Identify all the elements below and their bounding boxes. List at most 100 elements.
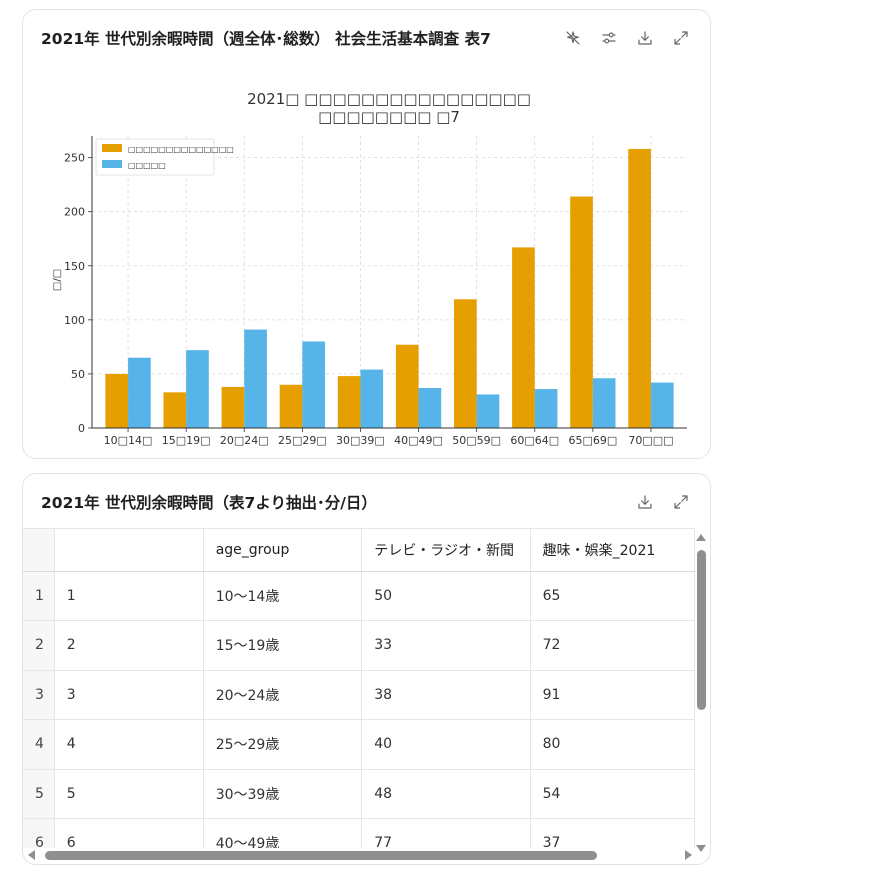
table-cell[interactable]: 48 (361, 769, 531, 819)
legend-swatch (102, 160, 122, 168)
table-cell[interactable]: 91 (530, 670, 695, 720)
table-header-row: age_group テレビ・ラジオ・新聞 趣味・娯楽_2021 (23, 529, 695, 572)
column-header[interactable]: テレビ・ラジオ・新聞 (361, 529, 531, 572)
table-cell[interactable]: 4 (54, 719, 204, 770)
expand-icon[interactable] (670, 491, 692, 513)
chart-card-toolbar (562, 27, 692, 49)
chart-title-line1: 2021□ □□□□□□□□□□□□□□□□ (247, 90, 531, 108)
row-index: 5 (23, 769, 55, 819)
download-icon[interactable] (634, 491, 656, 513)
vertical-scroll-thumb[interactable] (697, 550, 706, 710)
data-table: age_group テレビ・ラジオ・新聞 趣味・娯楽_2021 1 1 10〜1… (23, 529, 695, 848)
column-header[interactable] (54, 529, 204, 572)
y-tick-label: 0 (78, 422, 85, 435)
column-header[interactable]: 趣味・娯楽_2021 (530, 529, 695, 572)
x-tick-label: 50□59□ (452, 434, 501, 447)
bar-series1 (337, 376, 361, 428)
table-cell[interactable]: 50 (361, 571, 531, 621)
table-cell[interactable]: 6 (54, 818, 204, 848)
table-cell[interactable]: 10〜14歳 (203, 571, 363, 621)
table-cell[interactable]: 54 (530, 769, 695, 819)
table-cell[interactable]: 37 (530, 818, 695, 848)
column-header[interactable]: age_group (203, 529, 363, 572)
row-index: 3 (23, 670, 55, 720)
bar-series2 (650, 382, 674, 428)
bar-series1 (453, 299, 477, 428)
y-tick-label: 150 (64, 260, 85, 273)
table-row: 3 3 20〜24歳 38 91 (23, 670, 695, 720)
bar-series2 (418, 387, 442, 428)
bar-series1 (221, 386, 245, 428)
table-cell[interactable]: 77 (361, 818, 531, 848)
horizontal-scrollbar[interactable] (25, 848, 694, 862)
table-row: 4 4 25〜29歳 40 80 (23, 719, 695, 770)
x-tick-label: 20□24□ (220, 434, 269, 447)
settings-sliders-icon[interactable] (598, 27, 620, 49)
row-index: 4 (23, 719, 55, 770)
row-index: 6 (23, 818, 55, 848)
bar-series2 (592, 378, 616, 428)
bar-series2 (360, 369, 384, 428)
bar-series2 (534, 389, 558, 428)
row-index: 2 (23, 620, 55, 671)
bar-series1 (570, 196, 593, 428)
x-tick-label: 60□64□ (510, 434, 559, 447)
legend-swatch (102, 144, 122, 152)
bar-series1 (512, 247, 535, 428)
chart-card: 2021年 世代別余暇時間（週全体･総数） 社会生活基本調査 表7 0 50 100… (22, 9, 711, 459)
chart-bars (105, 148, 674, 428)
x-tick-label: 40□49□ (394, 434, 443, 447)
table-cell[interactable]: 15〜19歳 (203, 620, 363, 671)
table-cell[interactable]: 30〜39歳 (203, 769, 363, 819)
table-card-title: 2021年 世代別余暇時間（表7より抽出･分/日） (41, 494, 377, 512)
scroll-left-arrow-icon[interactable] (28, 850, 35, 860)
column-header[interactable] (23, 529, 55, 572)
table-cell[interactable]: 40 (361, 719, 531, 770)
table-cell[interactable]: 2 (54, 620, 204, 671)
x-tick-label: 15□19□ (162, 434, 211, 447)
y-tick-label: 100 (64, 314, 85, 327)
vertical-scrollbar[interactable] (694, 530, 708, 852)
bar-series1 (628, 148, 651, 428)
data-table-viewport: age_group テレビ・ラジオ・新聞 趣味・娯楽_2021 1 1 10〜1… (23, 528, 695, 848)
chart-card-title: 2021年 世代別余暇時間（週全体･総数） 社会生活基本調査 表7 (41, 30, 491, 48)
chart-legend: □□□□□□□□□□□□□□□□□□□ (95, 138, 234, 176)
x-tick-label: 25□29□ (278, 434, 327, 447)
expand-icon[interactable] (670, 27, 692, 49)
chart-title-line2: □□□□□□□□ □7 (318, 108, 460, 126)
chart-card-header: 2021年 世代別余暇時間（週全体･総数） 社会生活基本調査 表7 (23, 10, 710, 66)
table-cell[interactable]: 5 (54, 769, 204, 819)
y-tick-label: 250 (64, 152, 85, 165)
chart-ylabel: □/□ (52, 269, 63, 291)
table-row: 2 2 15〜19歳 33 72 (23, 620, 695, 671)
table-cell[interactable]: 3 (54, 670, 204, 720)
bar-series1 (105, 373, 129, 428)
download-icon[interactable] (634, 27, 656, 49)
table-cell[interactable]: 72 (530, 620, 695, 671)
table-cell[interactable]: 25〜29歳 (203, 719, 363, 770)
legend-label: □□□□□ (128, 161, 166, 170)
horizontal-scroll-thumb[interactable] (45, 851, 597, 860)
sparkle-off-icon[interactable] (562, 27, 584, 49)
table-cell[interactable]: 40〜49歳 (203, 818, 363, 848)
x-tick-label: 30□39□ (336, 434, 385, 447)
x-tick-label: 10□14□ (104, 434, 153, 447)
row-index: 1 (23, 571, 55, 621)
y-tick-label: 200 (64, 206, 85, 219)
x-tick-label: 65□69□ (568, 434, 617, 447)
table-cell[interactable]: 33 (361, 620, 531, 671)
table-row: 5 5 30〜39歳 48 54 (23, 769, 695, 819)
bar-series2 (476, 394, 500, 428)
bar-series2 (302, 341, 326, 428)
table-cell[interactable]: 65 (530, 571, 695, 621)
table-cell[interactable]: 1 (54, 571, 204, 621)
scroll-down-arrow-icon[interactable] (696, 845, 706, 852)
table-cell[interactable]: 38 (361, 670, 531, 720)
bar-series2 (128, 357, 151, 428)
table-cell[interactable]: 80 (530, 719, 695, 770)
bar-series2 (186, 350, 209, 428)
scroll-up-arrow-icon[interactable] (696, 534, 706, 541)
table-card-header: 2021年 世代別余暇時間（表7より抽出･分/日） (23, 474, 710, 530)
table-cell[interactable]: 20〜24歳 (203, 670, 363, 720)
scroll-right-arrow-icon[interactable] (685, 850, 692, 860)
